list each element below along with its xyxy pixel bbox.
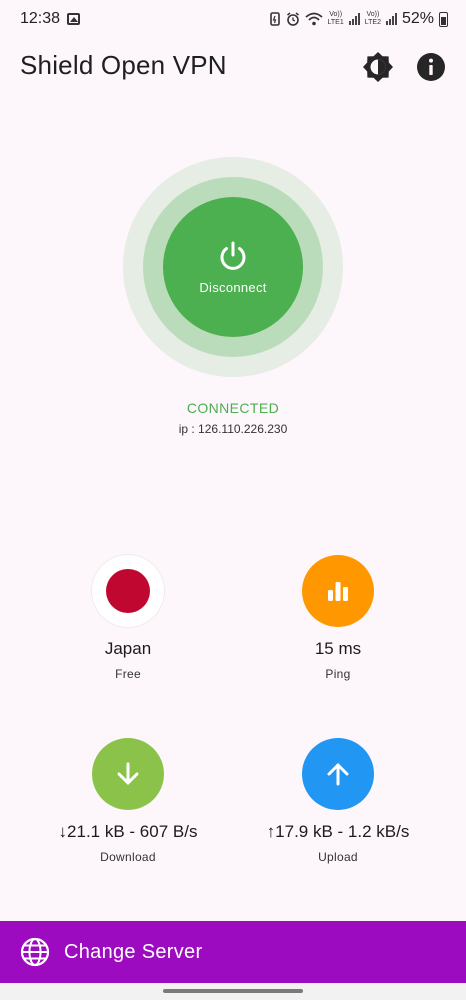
change-server-button[interactable]: Change Server xyxy=(0,921,466,983)
country-plan: Free xyxy=(115,667,141,681)
power-icon xyxy=(220,241,246,270)
status-icons: Vo)) LTE1 Vo)) LTE2 52% xyxy=(269,10,448,28)
upload-value: ↑17.9 kB - 1.2 kB/s xyxy=(266,822,410,841)
upload-label: Upload xyxy=(318,850,358,864)
connection-status: CONNECTED xyxy=(186,400,280,416)
change-server-label: Change Server xyxy=(64,940,203,963)
ping-circle xyxy=(302,555,374,627)
image-notification-icon xyxy=(67,13,80,25)
globe-icon xyxy=(20,937,50,967)
network-2-label: Vo)) LTE2 xyxy=(364,11,381,26)
signal-2-icon xyxy=(385,13,397,25)
arrow-down-icon xyxy=(117,762,139,785)
brightness-icon xyxy=(363,52,393,82)
country-tile: Japan Free xyxy=(38,555,218,681)
alarm-icon xyxy=(286,12,299,26)
country-flag xyxy=(92,555,164,627)
home-gesture-handle[interactable] xyxy=(163,989,303,993)
download-label: Download xyxy=(100,850,156,864)
ip-address: ip : 126.110.226.230 xyxy=(178,422,288,436)
upload-circle xyxy=(302,738,374,810)
country-name: Japan xyxy=(104,639,152,658)
battery-saver-icon xyxy=(269,12,280,26)
battery-percent: 52% xyxy=(401,10,434,27)
disconnect-button[interactable]: Disconnect xyxy=(163,197,303,337)
download-tile: ↓21.1 kB - 607 B/s Download xyxy=(38,738,218,864)
status-bar: 12:38 Vo)) LTE1 Vo)) LTE2 52% xyxy=(0,0,466,40)
ping-label: Ping xyxy=(325,667,351,681)
signal-1-icon xyxy=(348,13,360,25)
bar-chart-icon xyxy=(328,582,348,601)
disconnect-label: Disconnect xyxy=(199,279,267,295)
info-icon xyxy=(417,53,445,81)
network-1-label: Vo)) LTE1 xyxy=(327,11,344,26)
status-time: 12:38 xyxy=(20,10,61,27)
japan-flag-icon xyxy=(106,569,150,613)
ping-value: 15 ms xyxy=(314,639,362,658)
download-circle xyxy=(92,738,164,810)
battery-icon xyxy=(439,11,448,27)
ping-tile: 15 ms Ping xyxy=(248,555,428,681)
wifi-icon xyxy=(304,12,323,26)
info-button[interactable] xyxy=(414,50,448,84)
app-title: Shield Open VPN xyxy=(20,50,227,80)
upload-tile: ↑17.9 kB - 1.2 kB/s Upload xyxy=(248,738,428,864)
theme-toggle-button[interactable] xyxy=(361,50,395,84)
download-value: ↓21.1 kB - 607 B/s xyxy=(58,822,198,841)
arrow-up-icon xyxy=(327,763,349,786)
